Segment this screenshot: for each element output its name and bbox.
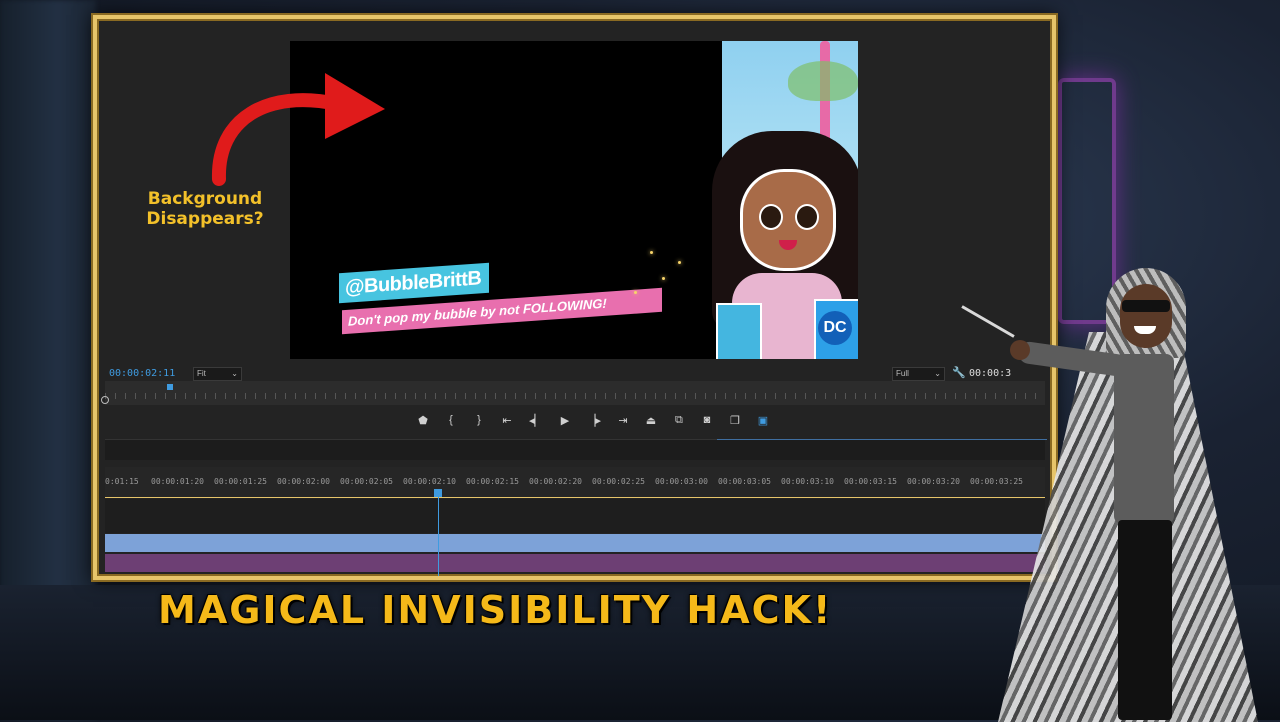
lift-icon[interactable]: ⏏ (645, 414, 657, 430)
export-frame-icon[interactable]: ◙ (701, 414, 713, 430)
timeline-playhead-marker[interactable] (434, 489, 442, 497)
scrubber-playhead[interactable] (167, 384, 173, 390)
sparkle (650, 251, 653, 254)
ruler-label: 00:00:02:05 (340, 477, 393, 486)
out-point-icon[interactable]: } (473, 414, 485, 430)
sparkle (634, 291, 637, 294)
ruler-label: 00:00:03:00 (655, 477, 708, 486)
ruler-label: 00:00:02:20 (529, 477, 582, 486)
scrubber-start-handle[interactable] (101, 396, 109, 404)
character-scene: DC (712, 41, 858, 359)
shopping-bag-left (716, 303, 762, 359)
video-title-headline: MAGICAL INVISIBILITY HACK! (158, 588, 833, 632)
play-icon[interactable]: ▶ (559, 414, 571, 430)
chevron-down-icon: ⌄ (231, 369, 238, 378)
presenter-in-cape (961, 262, 1268, 722)
zoom-fit-select[interactable]: Fit ⌄ (193, 367, 242, 381)
ruler-label: 00:00:02:00 (277, 477, 330, 486)
ruler-label: 0:01:15 (105, 477, 139, 486)
doll-face (740, 169, 836, 271)
step-forward-icon[interactable]: ▕▸ (587, 414, 601, 430)
doll-mouth (779, 240, 797, 250)
transport-controls: ⬟ { } ⇤ ◂▏ ▶ ▕▸ ⇥ ⏏ ⧉ ◙ ❐ ▣ (417, 414, 769, 430)
timeline-playhead-line[interactable] (438, 497, 439, 576)
presenter-head (1120, 284, 1172, 348)
ruler-label: 00:00:02:25 (592, 477, 645, 486)
go-to-out-icon[interactable]: ⇥ (617, 414, 629, 430)
ruler-label: 00:00:03:20 (907, 477, 960, 486)
doll-eye-right (795, 204, 819, 230)
ruler-label: 00:00:03:10 (781, 477, 834, 486)
go-to-in-icon[interactable]: ⇤ (501, 414, 513, 430)
panel-separator (105, 439, 1045, 460)
ruler-label: 00:00:02:15 (466, 477, 519, 486)
vr-view-icon[interactable]: ▣ (757, 414, 769, 430)
handle-text: @BubbleBrittB (345, 267, 482, 299)
presenter-legs (1118, 520, 1172, 720)
scrubber-ticks (105, 393, 1045, 399)
marker-icon[interactable]: ⬟ (417, 414, 429, 430)
handle-lower-third: @BubbleBrittB (339, 262, 489, 304)
video-clip[interactable] (105, 534, 1045, 552)
playhead-timecode[interactable]: 00:00:02:11 (109, 368, 175, 379)
ruler-label: 00:00:01:25 (214, 477, 267, 486)
zoom-fit-value: Fit (197, 369, 206, 378)
timeline-ruler[interactable]: 0:01:15 00:00:01:20 00:00:01:25 00:00:02… (105, 467, 1045, 498)
sparkle (662, 277, 665, 280)
playback-resolution-select[interactable]: Full ⌄ (892, 367, 945, 381)
mini-timeline-scrubber[interactable] (105, 381, 1045, 405)
extract-icon[interactable]: ⧉ (673, 414, 685, 430)
presenter-hand (1010, 340, 1030, 360)
comparison-view-icon[interactable]: ❐ (729, 414, 741, 430)
ruler-label: 00:00:03:05 (718, 477, 771, 486)
presenter-torso (1114, 354, 1174, 524)
in-point-icon[interactable]: { (445, 414, 457, 430)
playback-resolution-value: Full (896, 369, 909, 378)
chevron-down-icon: ⌄ (934, 369, 941, 378)
red-arrow-icon (211, 73, 385, 186)
ruler-label: 00:00:01:20 (151, 477, 204, 486)
sunglasses (1122, 300, 1170, 312)
audio-clip[interactable] (105, 554, 1045, 572)
dc-logo: DC (818, 311, 852, 345)
arrow-label: Background Disappears? (146, 189, 264, 229)
step-back-icon[interactable]: ◂▏ (529, 414, 543, 430)
ruler-label: 00:00:02:10 (403, 477, 456, 486)
video-track-empty[interactable] (105, 499, 1045, 533)
editor-window-frame: DC @BubbleBrittB Don't pop my bubble by … (93, 15, 1056, 580)
sparkle (678, 261, 681, 264)
settings-wrench-icon[interactable]: 🔧 (952, 366, 966, 379)
palm-leaves (788, 61, 858, 101)
doll-eye-left (759, 204, 783, 230)
ruler-label: 00:00:03:15 (844, 477, 897, 486)
